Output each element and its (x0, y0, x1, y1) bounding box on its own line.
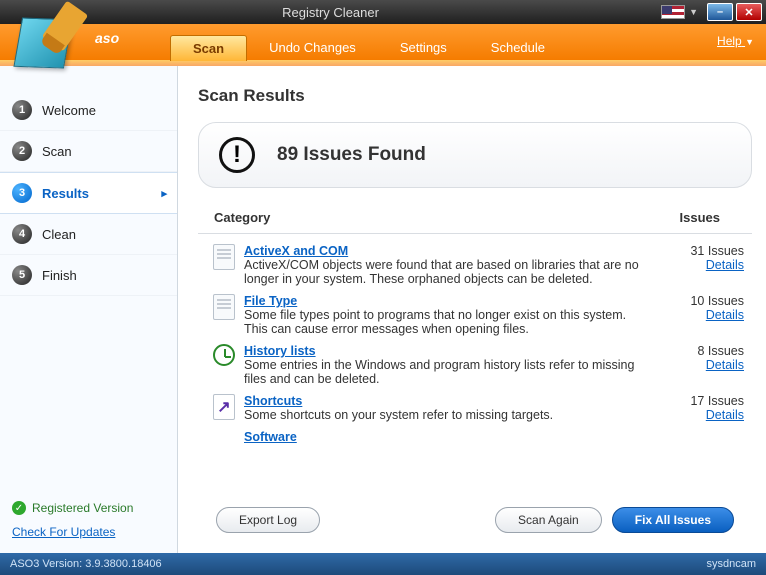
language-caret-icon[interactable]: ▼ (689, 7, 698, 17)
category-name-link[interactable]: Shortcuts (244, 394, 302, 408)
sidebar-step-results[interactable]: 3 Results (0, 172, 177, 214)
minimize-button[interactable]: – (707, 3, 733, 21)
language-flag-icon[interactable] (661, 5, 685, 19)
scan-again-button[interactable]: Scan Again (495, 507, 602, 533)
category-header: Category (214, 210, 646, 225)
details-link[interactable]: Details (658, 358, 744, 372)
category-name-link[interactable]: History lists (244, 344, 316, 358)
category-icon (210, 344, 238, 372)
tab-undo-changes[interactable]: Undo Changes (247, 34, 378, 60)
category-name-link[interactable]: Software (244, 430, 297, 444)
step-label: Scan (42, 144, 72, 159)
category-icon: ↗ (210, 394, 238, 422)
details-link[interactable]: Details (658, 408, 744, 422)
step-label: Results (42, 186, 89, 201)
tab-schedule[interactable]: Schedule (469, 34, 567, 60)
category-icon (210, 244, 238, 272)
step-number-badge: 3 (12, 183, 32, 203)
category-icon (210, 294, 238, 322)
category-row: ActiveX and COM ActiveX/COM objects were… (206, 240, 748, 290)
title-bar: Registry Cleaner ▼ – ✕ (0, 0, 766, 24)
tab-label: Scan (193, 41, 224, 56)
help-menu[interactable]: Help ▼ (717, 34, 754, 48)
tab-scan[interactable]: Scan (170, 35, 247, 61)
status-bar: ASO3 Version: 3.9.3800.18406 sysdncam (0, 553, 766, 575)
registered-version-label: ✓ Registered Version (12, 501, 165, 515)
category-row: History lists Some entries in the Window… (206, 340, 748, 390)
category-row: Software (206, 426, 748, 462)
issue-count: 10 Issues (658, 294, 744, 308)
sidebar-step-finish[interactable]: 5 Finish (0, 255, 177, 296)
category-description: Some file types point to programs that n… (244, 308, 626, 336)
check-updates-link[interactable]: Check For Updates (12, 525, 165, 539)
wizard-sidebar: 1 Welcome 2 Scan 3 Results 4 Clean 5 Fin… (0, 66, 178, 553)
step-label: Finish (42, 268, 77, 283)
brand-label: aso (95, 30, 119, 46)
category-row: ↗ Shortcuts Some shortcuts on your syste… (206, 390, 748, 426)
export-log-button[interactable]: Export Log (216, 507, 320, 533)
watermark: sysdncam (706, 558, 756, 570)
step-number-badge: 4 (12, 224, 32, 244)
category-description: Some shortcuts on your system refer to m… (244, 408, 553, 422)
close-button[interactable]: ✕ (736, 3, 762, 21)
tab-label: Schedule (491, 40, 545, 55)
step-number-badge: 1 (12, 100, 32, 120)
tab-settings[interactable]: Settings (378, 34, 469, 60)
sidebar-step-scan[interactable]: 2 Scan (0, 131, 177, 172)
help-label: Help (717, 34, 742, 48)
version-label: ASO3 Version: 3.9.3800.18406 (10, 558, 162, 570)
main-panel: Scan Results ! 89 Issues Found Category … (178, 66, 766, 553)
issue-count: 17 Issues (658, 394, 744, 408)
category-name-link[interactable]: File Type (244, 294, 297, 308)
issues-header: Issues (646, 210, 736, 225)
summary-banner: ! 89 Issues Found (198, 122, 752, 188)
warning-icon: ! (219, 137, 255, 173)
sidebar-step-welcome[interactable]: 1 Welcome (0, 90, 177, 131)
chevron-down-icon: ▼ (745, 37, 754, 47)
sidebar-step-clean[interactable]: 4 Clean (0, 214, 177, 255)
tab-label: Undo Changes (269, 40, 356, 55)
page-title: Scan Results (198, 86, 752, 106)
issue-count: 31 Issues (658, 244, 744, 258)
category-header-row: Category Issues (198, 202, 752, 234)
category-row: File Type Some file types point to progr… (206, 290, 748, 340)
checkmark-icon: ✓ (12, 501, 26, 515)
window-title: Registry Cleaner (0, 5, 661, 20)
tab-label: Settings (400, 40, 447, 55)
category-description: ActiveX/COM objects were found that are … (244, 258, 639, 286)
fix-all-issues-button[interactable]: Fix All Issues (612, 507, 734, 533)
category-icon (210, 430, 238, 458)
category-name-link[interactable]: ActiveX and COM (244, 244, 348, 258)
category-list[interactable]: ActiveX and COM ActiveX/COM objects were… (198, 234, 752, 493)
step-label: Clean (42, 227, 76, 242)
app-logo-icon (12, 8, 86, 72)
step-number-badge: 2 (12, 141, 32, 161)
summary-text: 89 Issues Found (277, 144, 426, 166)
issue-count: 8 Issues (658, 344, 744, 358)
details-link[interactable]: Details (658, 308, 744, 322)
step-number-badge: 5 (12, 265, 32, 285)
registered-text: Registered Version (32, 501, 133, 515)
details-link[interactable]: Details (658, 258, 744, 272)
category-description: Some entries in the Windows and program … (244, 358, 634, 386)
step-label: Welcome (42, 103, 96, 118)
tab-strip: aso Scan Undo Changes Settings Schedule … (0, 24, 766, 60)
footer-button-bar: Export Log Scan Again Fix All Issues (198, 493, 752, 545)
